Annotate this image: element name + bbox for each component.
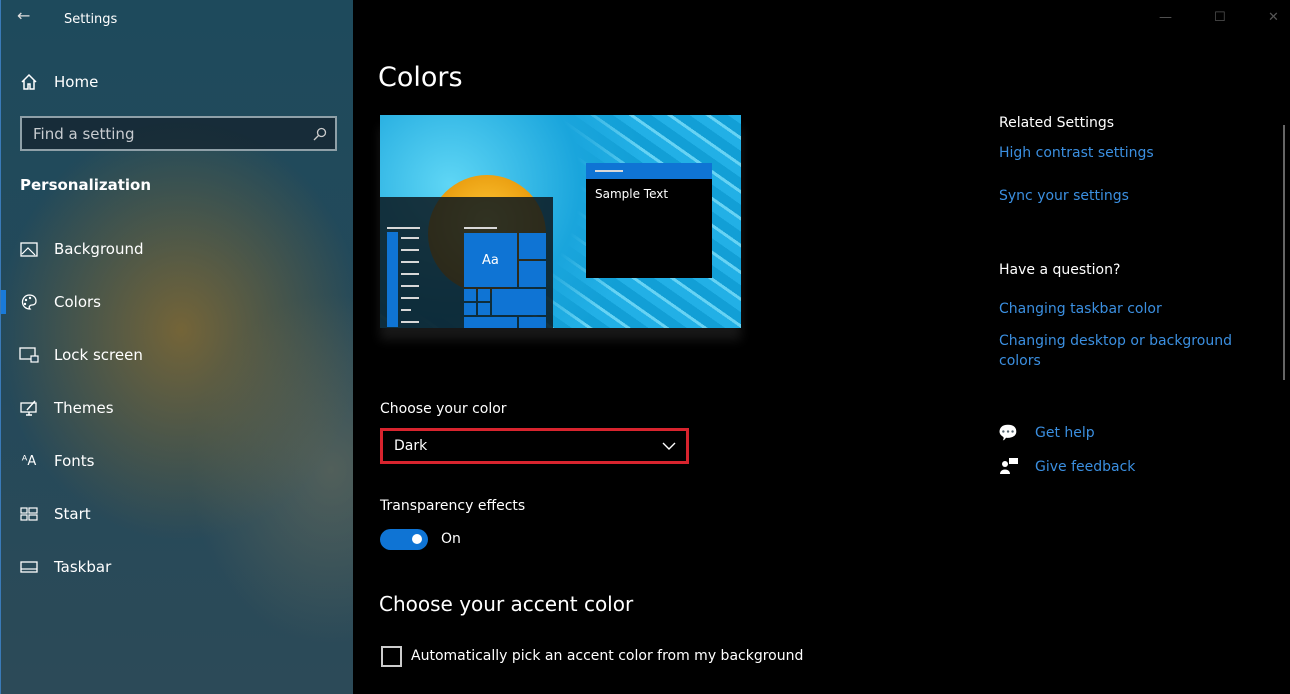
sidebar: ← Settings Home Find a setting Personali…	[0, 0, 353, 694]
background-colors-link[interactable]: Changing desktop or background colors	[999, 331, 1239, 371]
preview-tile-text: Aa	[482, 253, 499, 268]
auto-accent-label[interactable]: Automatically pick an accent color from …	[411, 648, 803, 664]
page-title: Colors	[378, 62, 463, 93]
transparency-label: Transparency effects	[380, 498, 526, 514]
toggle-state: On	[441, 531, 461, 547]
sidebar-item-fonts[interactable]: ᴬA Fonts	[1, 441, 354, 481]
high-contrast-link[interactable]: High contrast settings	[999, 145, 1154, 161]
sidebar-item-taskbar[interactable]: Taskbar	[1, 547, 354, 587]
choose-color-label: Choose your color	[380, 401, 507, 417]
taskbar-color-link[interactable]: Changing taskbar color	[999, 301, 1162, 317]
choose-color-dropdown[interactable]: Dark	[380, 428, 689, 464]
sync-settings-link[interactable]: Sync your settings	[999, 188, 1129, 204]
sidebar-home[interactable]: Home	[1, 62, 354, 102]
selected-indicator	[1, 290, 6, 314]
transparency-toggle[interactable]	[380, 529, 428, 550]
give-feedback-link[interactable]: Give feedback	[1035, 459, 1135, 475]
start-icon	[19, 507, 39, 521]
minimize-button[interactable]: —	[1159, 10, 1172, 25]
preview-sample-text: Sample Text	[595, 187, 669, 201]
close-button[interactable]: ✕	[1268, 10, 1279, 25]
palette-icon	[19, 293, 39, 311]
section-heading: Personalization	[20, 176, 152, 194]
sidebar-item-label: Themes	[54, 399, 114, 417]
accent-heading: Choose your accent color	[379, 592, 634, 616]
home-icon	[19, 73, 39, 91]
preview-window: Sample Text	[586, 163, 712, 278]
feedback-icon	[999, 457, 1019, 479]
sidebar-item-colors[interactable]: Colors	[1, 282, 354, 322]
window-title: Settings	[64, 12, 118, 27]
themes-icon	[19, 400, 39, 416]
search-icon[interactable]	[313, 127, 327, 141]
color-preview: Aa Sample Text	[380, 115, 741, 328]
picture-icon	[19, 241, 39, 257]
sidebar-item-label: Colors	[54, 293, 101, 311]
chevron-down-icon	[662, 442, 676, 450]
related-heading: Related Settings	[999, 115, 1115, 131]
search-placeholder: Find a setting	[33, 125, 135, 143]
search-input[interactable]: Find a setting	[20, 116, 337, 151]
fonts-icon: ᴬA	[21, 453, 37, 469]
sidebar-item-start[interactable]: Start	[1, 494, 354, 534]
sidebar-item-label: Lock screen	[54, 346, 143, 364]
maximize-button[interactable]: ☐	[1214, 10, 1226, 25]
taskbar-icon	[19, 561, 39, 573]
get-help-link[interactable]: Get help	[1035, 425, 1095, 441]
preview-start-menu: Aa	[380, 197, 553, 328]
sidebar-item-label: Background	[54, 240, 144, 258]
lock-screen-icon	[19, 347, 39, 363]
sidebar-item-label: Start	[54, 505, 91, 523]
home-label: Home	[54, 73, 99, 91]
back-arrow-icon[interactable]: ←	[17, 6, 30, 25]
dropdown-value: Dark	[394, 438, 428, 454]
sidebar-item-themes[interactable]: Themes	[1, 388, 354, 428]
sidebar-item-label: Taskbar	[54, 558, 112, 576]
get-help-icon: 💬	[998, 423, 1018, 442]
scrollbar[interactable]	[1283, 125, 1285, 380]
sidebar-item-background[interactable]: Background	[1, 229, 354, 269]
sidebar-item-label: Fonts	[54, 452, 95, 470]
auto-accent-checkbox[interactable]	[381, 646, 402, 667]
question-heading: Have a question?	[999, 262, 1121, 278]
sidebar-item-lock-screen[interactable]: Lock screen	[1, 335, 354, 375]
